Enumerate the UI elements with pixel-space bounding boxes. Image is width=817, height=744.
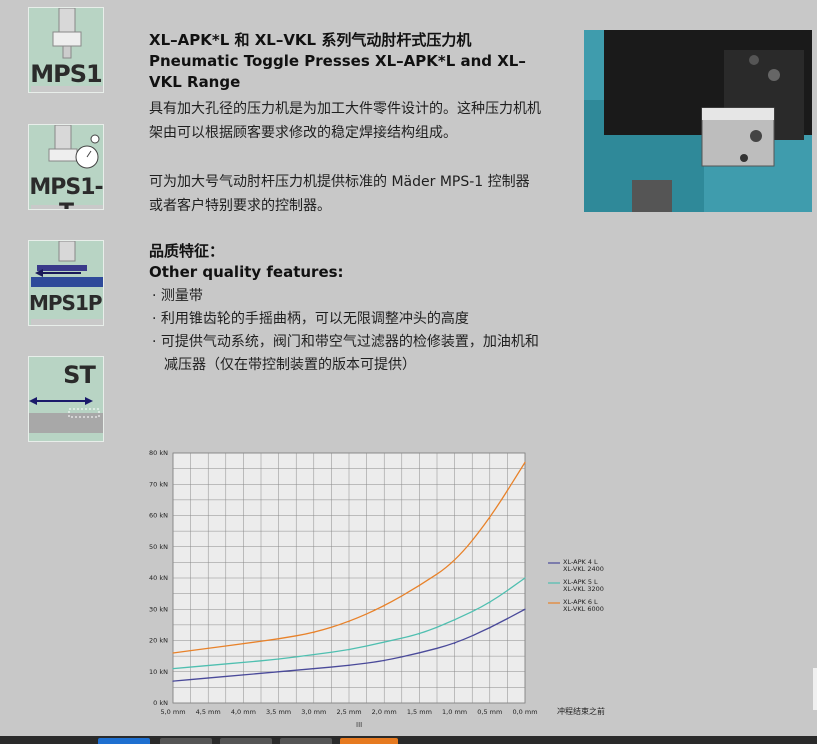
description-paragraph-2: 可为加大号气动肘杆压力机提供标准的 Mäder MPS-1 控制器或者客户特别要… xyxy=(149,174,530,214)
mps1pst-icon-card: MPS1PST xyxy=(28,240,104,326)
st-icon-card: ST xyxy=(28,356,104,442)
data-point xyxy=(207,677,209,679)
x-tick-label: 4,0 mm xyxy=(231,708,256,716)
features-title-en: Other quality features: xyxy=(149,263,344,281)
y-tick-label: 70 kN xyxy=(149,480,168,488)
feature-item-1: · 测量带 xyxy=(152,288,203,304)
legend-label: XL-APK 5 L xyxy=(563,578,598,586)
legend-label: XL-VKL 2400 xyxy=(563,565,604,573)
y-tick-label: 40 kN xyxy=(149,574,168,582)
series-line xyxy=(172,462,526,654)
x-tick-label: 1,5 mm xyxy=(407,708,432,716)
legend-label: XL-VKL 6000 xyxy=(563,605,604,613)
scrollbar[interactable] xyxy=(813,668,817,710)
legend-label: XL-APK 6 L xyxy=(563,598,598,606)
taskbar-button[interactable] xyxy=(160,738,212,744)
data-point xyxy=(242,661,244,663)
data-point xyxy=(313,653,315,656)
data-point xyxy=(524,577,526,579)
data-point xyxy=(454,561,456,563)
heading-line-en: Pneumatic Toggle Presses XL–APK*L and XL… xyxy=(149,52,526,70)
data-point xyxy=(489,602,491,604)
series-line xyxy=(172,608,526,682)
data-point xyxy=(207,647,209,649)
mps1-label: MPS1 xyxy=(30,60,102,88)
data-point xyxy=(278,638,280,640)
features-title-cn: 品质特征： xyxy=(149,242,225,260)
data-point xyxy=(489,627,491,629)
taskbar-button[interactable] xyxy=(98,738,150,744)
mps1-t-icon-card: MPS1-T xyxy=(28,124,104,210)
x-tick-label: 2,5 mm xyxy=(336,708,361,716)
data-point xyxy=(172,652,174,654)
data-point xyxy=(242,643,244,645)
x-tick-label: 0,5 mm xyxy=(477,708,502,716)
data-point xyxy=(454,643,456,645)
taskbar-button[interactable] xyxy=(220,738,272,744)
data-point xyxy=(278,658,280,660)
data-point xyxy=(348,649,350,651)
plot-area xyxy=(172,452,526,704)
feature-item-2: · 利用锥齿轮的手摇曲柄，可以无限调整冲头的高度 xyxy=(152,311,469,327)
data-point xyxy=(489,518,491,520)
taskbar-button[interactable] xyxy=(280,738,332,744)
data-point xyxy=(242,674,244,676)
x-tick-label: 5,0 mm xyxy=(160,708,185,716)
x-axis-label: 冲程结束之前 xyxy=(557,706,605,716)
y-tick-label: 30 kN xyxy=(149,605,168,613)
data-point xyxy=(313,668,315,670)
mps1-t-label: MPS1-T xyxy=(29,175,103,209)
heading-line-cn: XL–APK*L 和 XL–VKL 系列气动肘杆式压力机 xyxy=(149,31,472,49)
data-point xyxy=(383,641,385,643)
data-point xyxy=(278,671,280,673)
x-tick-label: 4,5 mm xyxy=(196,708,221,716)
y-tick-label: 80 kN xyxy=(149,449,168,457)
data-point xyxy=(172,680,174,682)
y-tick-label: 10 kN xyxy=(149,668,168,676)
press-photo xyxy=(584,30,812,212)
data-point xyxy=(383,605,385,607)
data-point xyxy=(524,608,526,610)
data-point xyxy=(383,660,385,662)
description-paragraph-1: 具有加大孔径的压力机是为加工大件零件设计的。这种压力机机架由可以根据顾客要求修改… xyxy=(149,101,541,141)
x-tick-label: 2,0 mm xyxy=(372,708,397,716)
data-point xyxy=(524,461,526,463)
x-tick-label: 3,0 mm xyxy=(301,708,326,716)
x-tick-label: 1,0 mm xyxy=(442,708,467,716)
data-point xyxy=(454,619,456,621)
y-tick-label: 50 kN xyxy=(149,543,168,551)
feature-item-3: · 可提供气动系统，阀门和带空气过滤器的检修装置，加油机和减压器（仅在带控制装置… xyxy=(152,334,539,373)
page-marker: III xyxy=(356,721,363,729)
data-point xyxy=(418,652,420,654)
mps1pst-label: MPS1PST xyxy=(29,291,103,315)
heading-line-en-2: VKL Range xyxy=(149,73,241,91)
legend-label: XL-VKL 3200 xyxy=(563,585,604,593)
y-tick-label: 0 kN xyxy=(153,699,168,707)
data-point xyxy=(418,633,420,635)
taskbar-button[interactable] xyxy=(340,738,398,744)
x-tick-label: 3,5 mm xyxy=(266,708,291,716)
press-photo-image xyxy=(584,30,812,212)
data-point xyxy=(418,585,420,587)
data-point xyxy=(207,664,209,667)
data-point xyxy=(313,632,315,634)
data-point xyxy=(348,664,350,667)
mps1-icon-card: MPS1 xyxy=(28,7,104,93)
legend-label: XL-APK 4 L xyxy=(563,558,598,566)
data-point xyxy=(172,668,174,670)
page-heading: XL–APK*L 和 XL–VKL 系列气动肘杆式压力机 Pneumatic T… xyxy=(149,30,549,93)
series-line xyxy=(172,577,526,670)
y-tick-label: 60 kN xyxy=(149,512,168,520)
data-point xyxy=(348,621,350,623)
y-tick-label: 20 kN xyxy=(149,637,168,645)
st-label: ST xyxy=(63,361,96,389)
x-tick-label: 0,0 mm xyxy=(512,708,537,716)
